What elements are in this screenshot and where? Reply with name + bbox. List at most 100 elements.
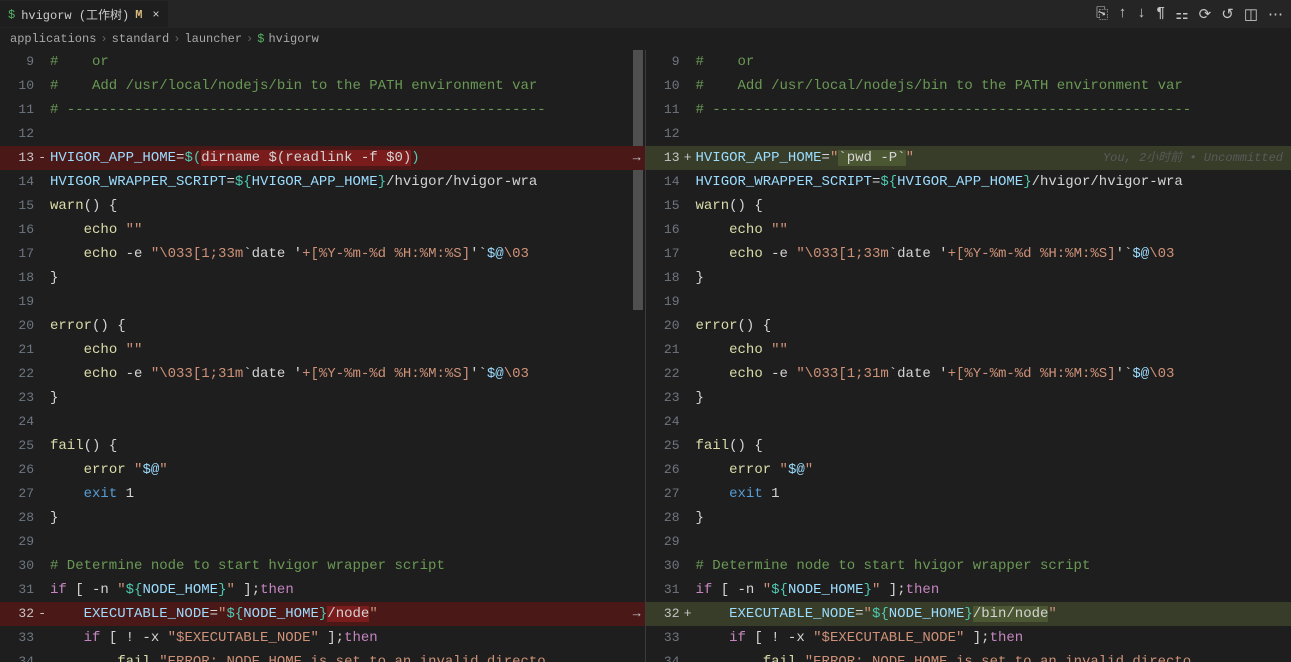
code-content: fail "ERROR: NODE_HOME is set to an inva… bbox=[48, 650, 645, 662]
crumb-applications[interactable]: applications bbox=[10, 32, 96, 46]
line-number: 27 bbox=[0, 482, 48, 506]
code-content: # Add /usr/local/nodejs/bin to the PATH … bbox=[694, 74, 1291, 98]
code-line[interactable]: 19 bbox=[646, 290, 1291, 314]
code-content bbox=[694, 290, 1291, 314]
line-number: 13- bbox=[0, 146, 48, 170]
code-content: # or bbox=[694, 50, 1291, 74]
code-line[interactable]: 30# Determine node to start hvigor wrapp… bbox=[0, 554, 645, 578]
map-icon[interactable]: ⚏ bbox=[1175, 5, 1188, 24]
code-line[interactable]: 29 bbox=[0, 530, 645, 554]
diff-right-pane[interactable]: 9# or10# Add /usr/local/nodejs/bin to th… bbox=[646, 50, 1291, 662]
code-line[interactable]: 31if [ -n "${NODE_HOME}" ];then bbox=[646, 578, 1291, 602]
code-line[interactable]: 32- → EXECUTABLE_NODE="${NODE_HOME}/node" bbox=[0, 602, 645, 626]
code-line[interactable]: 17 echo -e "\033[1;33m`date '+[%Y-%m-%d … bbox=[646, 242, 1291, 266]
crumb-file[interactable]: hvigorw bbox=[268, 32, 318, 46]
code-line[interactable]: 19 bbox=[0, 290, 645, 314]
line-number: 28 bbox=[0, 506, 48, 530]
code-line[interactable]: 20error() { bbox=[0, 314, 645, 338]
line-number: 16 bbox=[646, 218, 694, 242]
code-line[interactable]: 24 bbox=[646, 410, 1291, 434]
code-line[interactable]: 34 fail "ERROR: NODE_HOME is set to an i… bbox=[0, 650, 645, 662]
code-line[interactable]: 32+ EXECUTABLE_NODE="${NODE_HOME}/bin/no… bbox=[646, 602, 1291, 626]
line-number: 30 bbox=[646, 554, 694, 578]
tabs: $ hvigorw (工作树) M × bbox=[0, 1, 168, 27]
code-line[interactable]: 21 echo "" bbox=[646, 338, 1291, 362]
code-content: # Determine node to start hvigor wrapper… bbox=[694, 554, 1291, 578]
pilcrow-icon[interactable]: ¶ bbox=[1156, 5, 1165, 24]
code-line[interactable]: 17 echo -e "\033[1;33m`date '+[%Y-%m-%d … bbox=[0, 242, 645, 266]
arrow-down-icon[interactable]: ↓ bbox=[1137, 5, 1146, 24]
code-line[interactable]: 15warn() { bbox=[0, 194, 645, 218]
breadcrumb-sep: › bbox=[246, 32, 253, 46]
diff-left-pane[interactable]: 9# or10# Add /usr/local/nodejs/bin to th… bbox=[0, 50, 646, 662]
code-line[interactable]: 11# ------------------------------------… bbox=[646, 98, 1291, 122]
code-content: exit 1 bbox=[48, 482, 645, 506]
code-line[interactable]: 33 if [ ! -x "$EXECUTABLE_NODE" ];then bbox=[646, 626, 1291, 650]
code-content: HVIGOR_WRAPPER_SCRIPT=${HVIGOR_APP_HOME}… bbox=[694, 170, 1291, 194]
code-content: # Add /usr/local/nodejs/bin to the PATH … bbox=[48, 74, 645, 98]
code-line[interactable]: 28} bbox=[646, 506, 1291, 530]
split-icon[interactable]: ◫ bbox=[1244, 5, 1258, 24]
revert-icon[interactable]: ↺ bbox=[1221, 5, 1234, 24]
code-content: fail() { bbox=[48, 434, 645, 458]
code-line[interactable]: 27 exit 1 bbox=[646, 482, 1291, 506]
tab-hvigorw[interactable]: $ hvigorw (工作树) M × bbox=[0, 1, 168, 27]
code-line[interactable]: 18} bbox=[0, 266, 645, 290]
more-icon[interactable]: ⋯ bbox=[1268, 5, 1283, 24]
code-line[interactable]: 24 bbox=[0, 410, 645, 434]
code-content: EXECUTABLE_NODE="${NODE_HOME}/node" bbox=[48, 602, 645, 626]
code-line[interactable]: 31if [ -n "${NODE_HOME}" ];then bbox=[0, 578, 645, 602]
code-line[interactable]: 14HVIGOR_WRAPPER_SCRIPT=${HVIGOR_APP_HOM… bbox=[646, 170, 1291, 194]
crumb-launcher[interactable]: launcher bbox=[184, 32, 242, 46]
code-line[interactable]: 30# Determine node to start hvigor wrapp… bbox=[646, 554, 1291, 578]
code-line[interactable]: 10# Add /usr/local/nodejs/bin to the PAT… bbox=[646, 74, 1291, 98]
line-number: 23 bbox=[646, 386, 694, 410]
code-line[interactable]: 9# or bbox=[0, 50, 645, 74]
code-content: error() { bbox=[694, 314, 1291, 338]
line-number: 20 bbox=[646, 314, 694, 338]
line-number: 26 bbox=[0, 458, 48, 482]
code-line[interactable]: 25fail() { bbox=[0, 434, 645, 458]
refresh-icon[interactable]: ⟳ bbox=[1199, 5, 1212, 24]
line-number: 31 bbox=[646, 578, 694, 602]
breadcrumb[interactable]: applications › standard › launcher › $ h… bbox=[0, 28, 1291, 50]
code-line[interactable]: 23} bbox=[0, 386, 645, 410]
diff-arrow-icon[interactable]: → bbox=[633, 602, 641, 626]
code-line[interactable]: 16 echo "" bbox=[646, 218, 1291, 242]
code-line[interactable]: 16 echo "" bbox=[0, 218, 645, 242]
code-line[interactable]: 26 error "$@" bbox=[646, 458, 1291, 482]
crumb-standard[interactable]: standard bbox=[112, 32, 170, 46]
code-line[interactable]: 13+HVIGOR_APP_HOME="`pwd -P`"You, 2小时前 •… bbox=[646, 146, 1291, 170]
line-number: 32- bbox=[0, 602, 48, 626]
code-line[interactable]: 26 error "$@" bbox=[0, 458, 645, 482]
line-number: 12 bbox=[646, 122, 694, 146]
code-line[interactable]: 9# or bbox=[646, 50, 1291, 74]
code-line[interactable]: 15warn() { bbox=[646, 194, 1291, 218]
code-line[interactable]: 33 if [ ! -x "$EXECUTABLE_NODE" ];then bbox=[0, 626, 645, 650]
code-line[interactable]: 14HVIGOR_WRAPPER_SCRIPT=${HVIGOR_APP_HOM… bbox=[0, 170, 645, 194]
code-line[interactable]: 22 echo -e "\033[1;31m`date '+[%Y-%m-%d … bbox=[0, 362, 645, 386]
code-line[interactable]: 18} bbox=[646, 266, 1291, 290]
code-content bbox=[694, 530, 1291, 554]
code-line[interactable]: 21 echo "" bbox=[0, 338, 645, 362]
breadcrumb-sep: › bbox=[100, 32, 107, 46]
close-icon[interactable]: × bbox=[152, 8, 159, 22]
code-line[interactable]: 11# ------------------------------------… bbox=[0, 98, 645, 122]
code-line[interactable]: 12 bbox=[0, 122, 645, 146]
code-line[interactable]: 34 fail "ERROR: NODE_HOME is set to an i… bbox=[646, 650, 1291, 662]
code-line[interactable]: 12 bbox=[646, 122, 1291, 146]
stage-icon[interactable]: ⎘ bbox=[1096, 5, 1108, 24]
code-line[interactable]: 22 echo -e "\033[1;31m`date '+[%Y-%m-%d … bbox=[646, 362, 1291, 386]
code-line[interactable]: 27 exit 1 bbox=[0, 482, 645, 506]
code-line[interactable]: 23} bbox=[646, 386, 1291, 410]
arrow-up-icon[interactable]: ↑ bbox=[1118, 5, 1127, 24]
code-line[interactable]: 25fail() { bbox=[646, 434, 1291, 458]
code-line[interactable]: 20error() { bbox=[646, 314, 1291, 338]
code-line[interactable]: 29 bbox=[646, 530, 1291, 554]
code-line[interactable]: 13-→HVIGOR_APP_HOME=$(dirname $(readlink… bbox=[0, 146, 645, 170]
code-content: echo -e "\033[1;31m`date '+[%Y-%m-%d %H:… bbox=[48, 362, 645, 386]
diff-arrow-icon[interactable]: → bbox=[633, 146, 641, 170]
line-number: 24 bbox=[646, 410, 694, 434]
code-line[interactable]: 28} bbox=[0, 506, 645, 530]
code-line[interactable]: 10# Add /usr/local/nodejs/bin to the PAT… bbox=[0, 74, 645, 98]
